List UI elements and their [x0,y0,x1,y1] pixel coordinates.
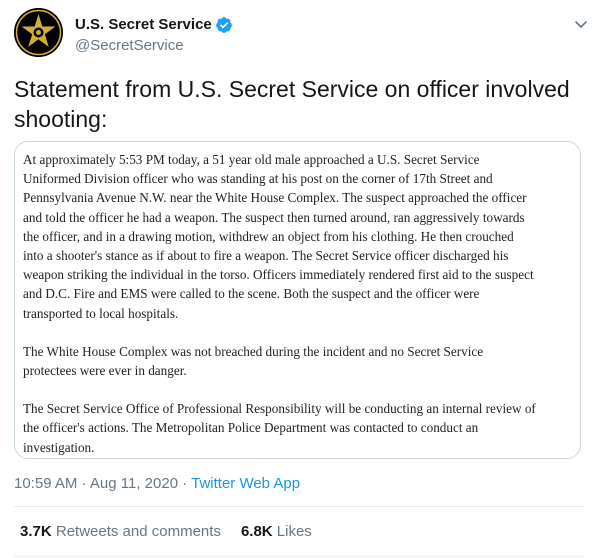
secret-service-star-icon [14,8,63,57]
statement-paragraph-3: The Secret Service Office of Professiona… [23,401,536,455]
tweet-text: Statement from U.S. Secret Service on of… [14,76,570,132]
statement-paragraph-1: At approximately 5:53 PM today, a 51 yea… [23,152,534,321]
tweet-source-link[interactable]: Twitter Web App [191,475,300,492]
chevron-down-icon[interactable] [573,16,589,32]
display-name-text[interactable]: U.S. Secret Service [75,15,212,34]
likes-stat[interactable]: 6.8K Likes [241,523,312,540]
statement-document: At approximately 5:53 PM today, a 51 yea… [15,142,580,457]
retweets-label: Retweets and comments [51,523,221,540]
likes-count: 6.8K [240,523,273,540]
display-name[interactable]: U.S. Secret Service [75,15,233,34]
tweet-date[interactable]: Aug 11, 2020 [90,475,178,492]
retweets-count: 3.7K [20,523,52,540]
statement-image[interactable]: At approximately 5:53 PM today, a 51 yea… [14,141,581,459]
statement-paragraph-2: The White House Complex was not breached… [23,343,484,379]
verified-badge-icon [215,16,232,33]
meta-separator: · [77,475,90,492]
retweets-stat[interactable]: 3.7K Retweets and comments [20,523,221,540]
account-name-block[interactable]: U.S. Secret Service @SecretService [75,15,233,55]
divider [14,556,584,557]
account-handle[interactable]: @SecretService [75,36,233,55]
tweet-meta: 10:59 AM · Aug 11, 2020 · Twitter Web Ap… [14,475,300,492]
tweet-stats: 3.7K Retweets and comments 6.8K Likes [20,523,332,540]
avatar[interactable] [14,8,63,57]
likes-label: Likes [272,523,312,540]
tweet-time[interactable]: 10:59 AM [14,475,77,492]
divider [14,506,584,507]
meta-separator: · [178,475,192,492]
tweet-header: U.S. Secret Service @SecretService [14,8,589,58]
